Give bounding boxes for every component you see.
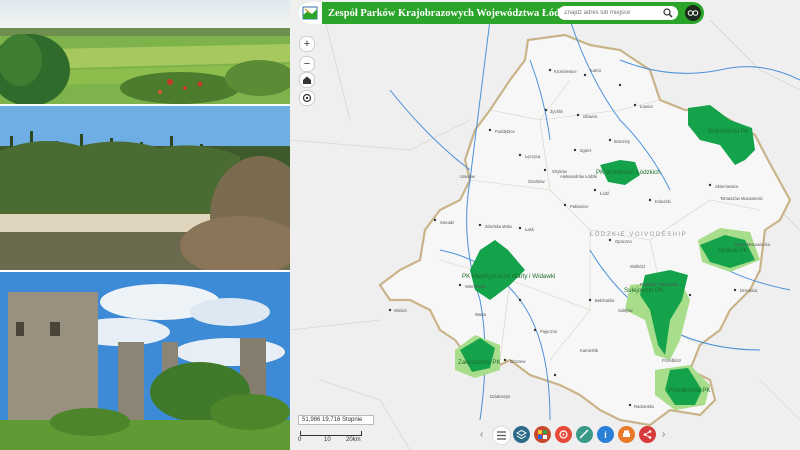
measure-icon[interactable] (576, 426, 593, 443)
city-label: Zgierz (580, 148, 592, 153)
park-label-przedborski[interactable]: Przedborski PK (668, 387, 712, 394)
city-label: Żychlin (550, 109, 564, 114)
city-label: Pajęczno (540, 329, 558, 334)
city-label: Kutno (590, 68, 602, 73)
city-label: Rawa Mazowiecka (735, 242, 771, 247)
basemap-glyph (538, 430, 547, 439)
map-logo-icon (302, 6, 318, 20)
voivodeship-label: ŁÓDZKIE VOIVODESHIP (590, 231, 687, 238)
city-label: Sulejów (618, 308, 634, 313)
layers-glyph (516, 429, 527, 440)
park-label-miedzyrzecze[interactable]: PK Międzyrzecza Warty i Widawki (462, 273, 555, 280)
city-label: Łask (525, 227, 535, 232)
city-label: Wolbórz (630, 264, 645, 269)
city-label: Tomaszów Mazowiecki (720, 196, 763, 201)
basemap-icon[interactable] (534, 426, 551, 443)
city-label: Kamieńsk (580, 348, 599, 353)
share-glyph (643, 430, 652, 439)
map-canvas[interactable]: Bolimowski PK PK Wzniesień Łódzkich PK M… (290, 0, 800, 450)
city-label: Pabianice (570, 204, 589, 209)
binoculars-icon[interactable] (685, 5, 701, 21)
scale-label-10: 10 (324, 437, 331, 443)
city-label: Koluszki (655, 199, 671, 204)
city-label: Wieruszów (465, 284, 486, 289)
landscape-photo-forest-lake (0, 106, 290, 270)
park-label-wzniesien[interactable]: PK Wzniesień Łódzkich (596, 169, 661, 176)
city-label: Uniejów (460, 174, 476, 179)
city-label: Sieradz (440, 220, 454, 225)
scale-label-0: 0 (298, 437, 302, 443)
share-icon[interactable] (639, 426, 656, 443)
park-label-zalecze[interactable]: Załęczański PK (458, 359, 502, 366)
zoom-out-button[interactable]: − (299, 56, 315, 72)
city-label: Drzewica (740, 288, 758, 293)
home-button[interactable] (299, 72, 315, 88)
search-box[interactable] (558, 6, 678, 20)
bookmark-glyph (559, 430, 568, 439)
scale-bar (300, 431, 362, 436)
binoculars-glyph (687, 10, 699, 16)
city-label: Przedbórz (662, 358, 681, 363)
home-icon (303, 76, 311, 84)
park-label-bolimowski[interactable]: Bolimowski PK (708, 128, 750, 135)
search-input[interactable] (558, 10, 664, 16)
scale-label-20km: 20km (346, 437, 361, 443)
app-logo[interactable] (298, 2, 322, 24)
print-icon[interactable] (618, 426, 635, 443)
search-icon[interactable] (663, 8, 673, 18)
city-label: Opoczno (615, 239, 632, 244)
city-label: Wieluń (394, 308, 407, 313)
scale-widget: 51,986 19,716 Stopnie 0 10 20km (298, 415, 374, 443)
measure-glyph (579, 429, 589, 439)
city-label: Piotrków Trybunalski (640, 282, 678, 287)
title-bar: Zespół Parków Krajobrazowych Województwa… (298, 2, 704, 24)
park-label-spalski[interactable]: Spalski PK (718, 247, 749, 254)
zoom-in-button[interactable]: + (299, 36, 315, 52)
city-label: Łęczyca (525, 154, 541, 159)
city-label: Skierniewice (715, 184, 739, 189)
legend-glyph (497, 431, 506, 440)
info-icon[interactable]: i (597, 426, 614, 443)
city-label: Złoczew (510, 359, 526, 364)
locate-icon (302, 93, 312, 103)
city-label: Działoszyn (490, 394, 511, 399)
park-label-miedzyrzecze-name: PK Międzyrzecza Warty i Widawki (462, 273, 555, 280)
city-label: Radomsko (634, 404, 655, 409)
layers-icon[interactable] (513, 426, 530, 443)
city-label: Brzeziny (614, 139, 631, 144)
landscape-photo-castle-ruins (0, 272, 290, 450)
city-label: Głowno (583, 114, 598, 119)
city-label: Krośniewice (554, 69, 577, 74)
photo-column (0, 0, 290, 450)
coordinates-readout: 51,986 19,716 Stopnie (298, 415, 374, 425)
park-label-sulejowski[interactable]: Sulejowski PK (624, 287, 664, 294)
city-label: Zduńska Wola (485, 224, 512, 229)
city-label: Łowicz (640, 104, 653, 109)
city-label: Bełchatów (595, 298, 615, 303)
print-glyph (623, 430, 630, 437)
info-glyph: i (604, 429, 607, 440)
landscape-photo-meadow (0, 0, 290, 104)
legend-icon[interactable] (492, 426, 511, 445)
city-label: Aleksandrów Łódzki (560, 174, 597, 179)
city-label: Poddębice (495, 129, 515, 134)
map-svg: Bolimowski PK PK Wzniesień Łódzkich PK M… (290, 0, 800, 450)
toolbar-next-arrow[interactable]: › (662, 429, 665, 440)
city-label: Łódź (600, 191, 609, 196)
locate-button[interactable] (299, 90, 315, 106)
bookmark-icon[interactable] (555, 426, 572, 443)
toolbar-prev-arrow[interactable]: ‹ (480, 429, 483, 440)
city-label: Ozorków (528, 179, 545, 184)
app-title: Zespół Parków Krajobrazowych Województwa… (328, 7, 589, 19)
city-label: Warta (475, 312, 487, 317)
